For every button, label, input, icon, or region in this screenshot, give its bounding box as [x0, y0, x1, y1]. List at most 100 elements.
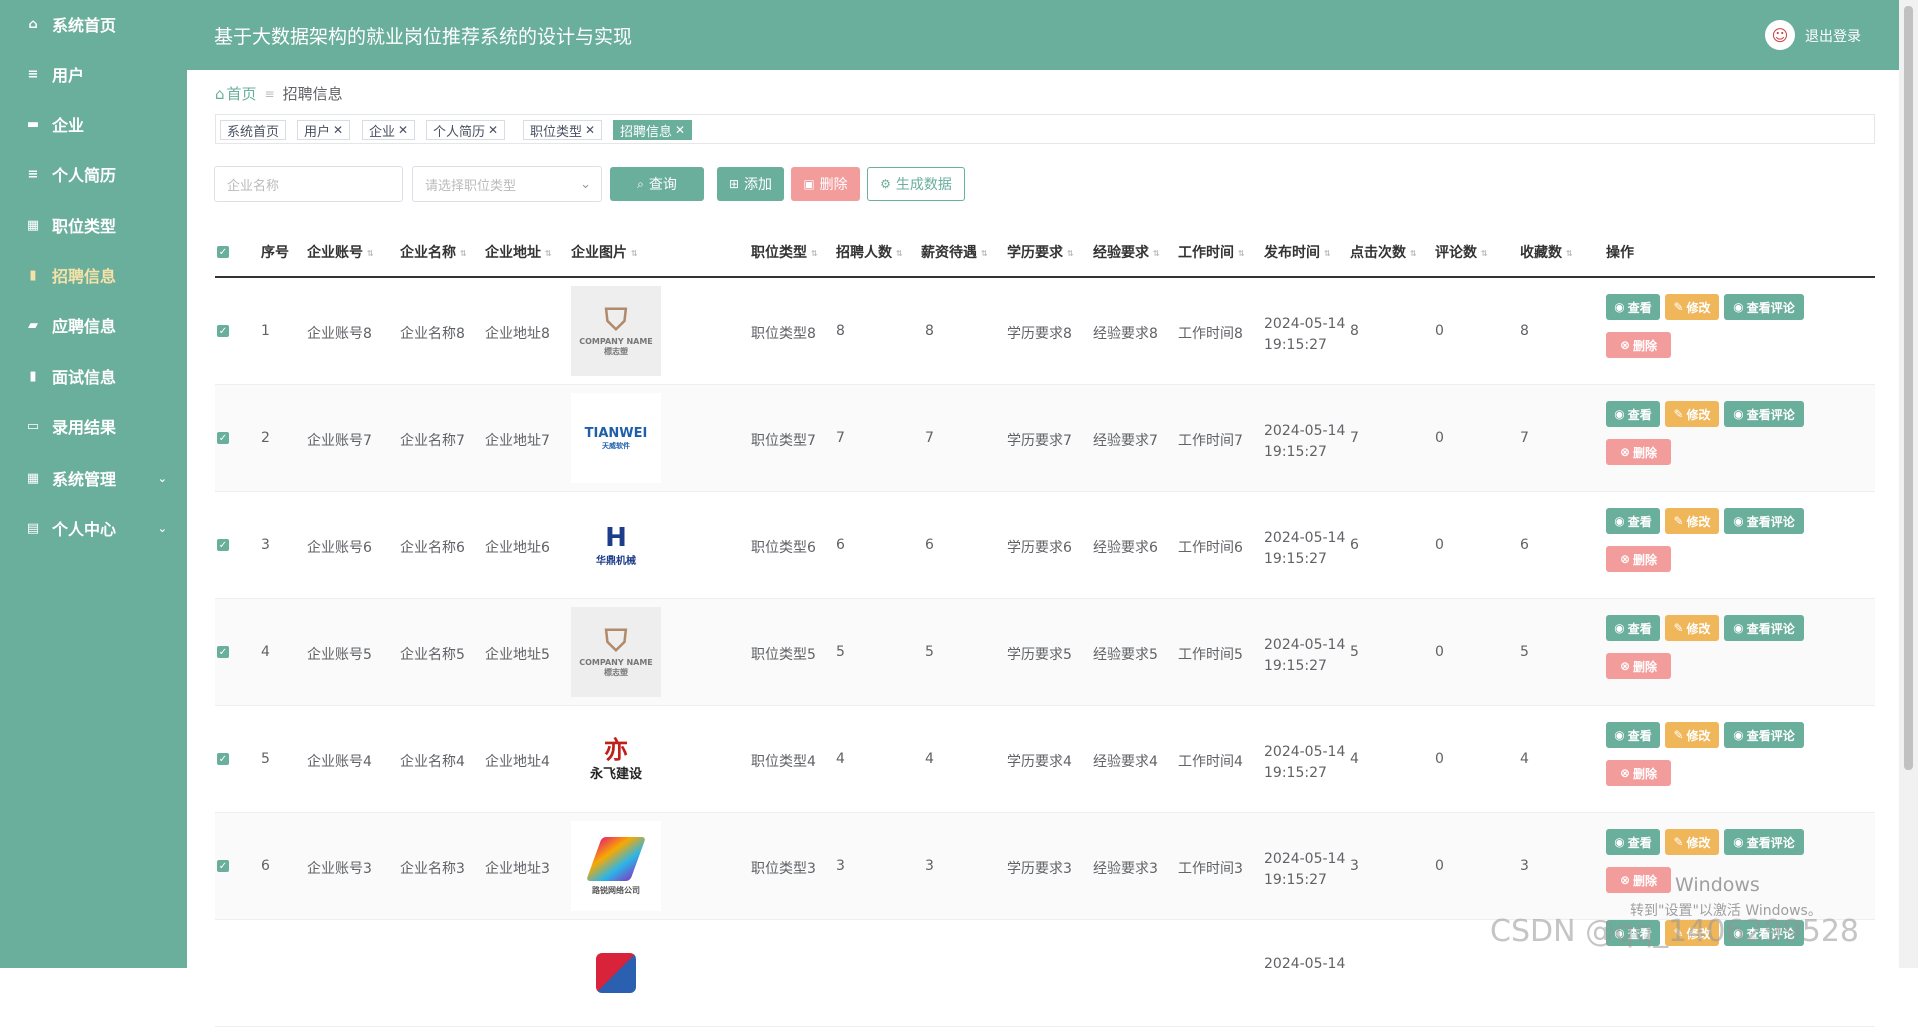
- eye-icon: ◉: [1733, 728, 1744, 742]
- eye-icon: ◉: [1733, 835, 1744, 849]
- tag-recruitment[interactable]: 招聘信息 ✕: [613, 120, 693, 140]
- sidebar-item-application[interactable]: ▰ 应聘信息: [0, 305, 187, 345]
- cell-account: 企业账号6: [307, 540, 372, 556]
- scrollbar-thumb[interactable]: [1904, 6, 1913, 770]
- eye-icon: ◉: [1614, 835, 1625, 849]
- job-type-select[interactable]: 请选择职位类型 ⌄: [412, 166, 602, 202]
- sort-icon: ⇅: [545, 248, 552, 258]
- view-comments-button[interactable]: ◉ 查看评论: [1724, 615, 1804, 641]
- close-circle-icon: ⊗: [1619, 445, 1631, 459]
- close-icon[interactable]: ✕: [585, 123, 595, 137]
- delete-button[interactable]: ⊗ 删除: [1606, 332, 1671, 358]
- column-header[interactable]: 企业图片 ⇅: [571, 242, 638, 262]
- row-checkbox[interactable]: ✓: [217, 325, 229, 337]
- sidebar-item-label: 企业: [52, 116, 85, 135]
- cell-clicks: 6: [1350, 537, 1359, 553]
- sidebar-item-job-type[interactable]: ▦ 职位类型: [0, 205, 187, 245]
- chevron-down-icon: ⌄: [157, 471, 167, 485]
- view-button[interactable]: ◉ 查看: [1606, 829, 1660, 855]
- column-header[interactable]: 企业账号 ⇅: [307, 242, 374, 262]
- close-icon[interactable]: ✕: [675, 123, 685, 137]
- table-row: ✓ 6 企业账号3 企业名称3 企业地址3 职位类型3 3 3 学历要求3 经验要求3 工作时间3 2…: [215, 813, 1875, 920]
- breadcrumb: ⌂ 首页 ≡ 招聘信息: [215, 83, 343, 104]
- column-header[interactable]: 职位类型 ⇅: [751, 242, 818, 262]
- column-header[interactable]: 发布时间 ⇅: [1264, 242, 1331, 262]
- sidebar-item-company[interactable]: ▬ 企业: [0, 104, 187, 144]
- view-comments-button[interactable]: ◉ 查看评论: [1724, 508, 1804, 534]
- sidebar-item-interview[interactable]: ▮ 面试信息: [0, 356, 187, 396]
- column-header[interactable]: 薪资待遇 ⇅: [921, 242, 988, 262]
- sidebar-item-recruitment[interactable]: ▮ 招聘信息: [0, 255, 187, 295]
- delete-button[interactable]: ⊗ 删除: [1606, 867, 1671, 893]
- close-icon[interactable]: ✕: [333, 123, 343, 137]
- tag-company[interactable]: 企业 ✕: [362, 120, 416, 140]
- company-name-input[interactable]: 企业名称: [214, 166, 403, 202]
- delete-button[interactable]: ⊗ 删除: [1606, 546, 1671, 572]
- cell-recruits: 3: [836, 858, 845, 874]
- generate-label: 生成数据: [895, 177, 952, 193]
- view-button[interactable]: ◉ 查看: [1606, 722, 1660, 748]
- logout-button[interactable]: 退出登录: [1805, 26, 1861, 46]
- table-row: ✓ 2 企业账号7 企业名称7 企业地址7 职位类型7 7 7 学历要求7 经验要求7 工作时间7 2…: [215, 385, 1875, 492]
- row-checkbox[interactable]: ✓: [217, 753, 229, 765]
- column-header[interactable]: 企业地址 ⇅: [485, 242, 552, 262]
- view-button[interactable]: ◉ 查看: [1606, 508, 1660, 534]
- sidebar-item-hiring-result[interactable]: ▭ 录用结果: [0, 406, 187, 446]
- sidebar-item-home[interactable]: ⌂ 系统首页: [0, 4, 187, 44]
- row-checkbox[interactable]: ✓: [217, 432, 229, 444]
- edit-button[interactable]: ✎ 修改: [1665, 294, 1719, 320]
- delete-button[interactable]: ⊗ 删除: [1606, 653, 1671, 679]
- view-comments-button[interactable]: ◉ 查看评论: [1724, 294, 1804, 320]
- edit-button[interactable]: ✎ 修改: [1665, 829, 1719, 855]
- column-header[interactable]: 企业名称 ⇅: [400, 242, 467, 262]
- row-checkbox[interactable]: ✓: [217, 646, 229, 658]
- shield-icon: ⛉: [604, 303, 628, 338]
- view-comments-button[interactable]: ◉ 查看评论: [1724, 722, 1804, 748]
- column-header[interactable]: 经验要求 ⇅: [1093, 242, 1160, 262]
- delete-button[interactable]: ⊗ 删除: [1606, 439, 1671, 465]
- add-button[interactable]: ⊞ 添加: [717, 167, 784, 201]
- breadcrumb-home-label: 首页: [226, 85, 257, 103]
- edit-button[interactable]: ✎ 修改: [1665, 615, 1719, 641]
- view-button[interactable]: ◉ 查看: [1606, 615, 1660, 641]
- tag-job-type[interactable]: 职位类型 ✕: [523, 120, 603, 140]
- cell-type: 职位类型7: [751, 433, 816, 449]
- batch-delete-button[interactable]: ▣ 删除: [791, 167, 860, 201]
- eye-icon: ◉: [1733, 407, 1744, 421]
- cell-education: 学历要求5: [1007, 647, 1072, 663]
- row-checkbox[interactable]: ✓: [217, 860, 229, 872]
- view-button[interactable]: ◉ 查看: [1606, 401, 1660, 427]
- edit-button[interactable]: ✎ 修改: [1665, 508, 1719, 534]
- view-comments-button[interactable]: ◉ 查看评论: [1724, 401, 1804, 427]
- search-button[interactable]: ⌕ 查询: [610, 167, 704, 201]
- edit-button[interactable]: ✎ 修改: [1665, 401, 1719, 427]
- column-header[interactable]: 点击次数 ⇅: [1350, 242, 1417, 262]
- generate-data-button[interactable]: ⚙ 生成数据: [867, 167, 965, 201]
- sidebar-item-profile[interactable]: ▤ 个人中心 ⌄: [0, 508, 187, 548]
- column-header[interactable]: 招聘人数 ⇅: [836, 242, 903, 262]
- column-header[interactable]: 收藏数 ⇅: [1520, 242, 1573, 262]
- sidebar-item-system[interactable]: ▦ 系统管理 ⌄: [0, 458, 187, 498]
- row-checkbox[interactable]: ✓: [217, 539, 229, 551]
- close-icon[interactable]: ✕: [488, 123, 498, 137]
- eye-icon: ◉: [1614, 621, 1625, 635]
- delete-button[interactable]: ⊗ 删除: [1606, 760, 1671, 786]
- close-icon[interactable]: ✕: [398, 123, 408, 137]
- tag-resume[interactable]: 个人简历 ✕: [426, 120, 506, 140]
- column-header[interactable]: 评论数 ⇅: [1435, 242, 1488, 262]
- cell-education: 学历要求6: [1007, 540, 1072, 556]
- tag-home[interactable]: 系统首页: [220, 120, 287, 140]
- delete-icon: ▣: [803, 177, 815, 191]
- select-all-checkbox[interactable]: ✓: [217, 246, 229, 258]
- breadcrumb-home[interactable]: ⌂ 首页: [215, 83, 257, 104]
- column-header[interactable]: 学历要求 ⇅: [1007, 242, 1074, 262]
- sidebar-item-resume[interactable]: ≡ 个人简历: [0, 154, 187, 194]
- avatar[interactable]: ☺: [1765, 20, 1795, 50]
- view-comments-button[interactable]: ◉ 查看评论: [1724, 829, 1804, 855]
- edit-button[interactable]: ✎ 修改: [1665, 722, 1719, 748]
- page-scrollbar[interactable]: [1899, 0, 1918, 968]
- sidebar-item-users[interactable]: ≡ 用户: [0, 54, 187, 94]
- tag-users[interactable]: 用户 ✕: [297, 120, 351, 140]
- column-header[interactable]: 工作时间 ⇅: [1178, 242, 1245, 262]
- view-button[interactable]: ◉ 查看: [1606, 294, 1660, 320]
